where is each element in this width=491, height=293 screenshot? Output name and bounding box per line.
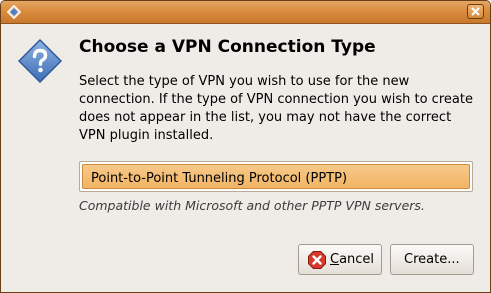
create-button-label: Create... [404,252,460,267]
vpn-type-label: Point-to-Point Tunneling Protocol (PPTP) [91,171,348,186]
question-icon [17,38,63,84]
cancel-icon [308,251,326,269]
dialog-heading: Choose a VPN Connection Type [79,37,376,57]
close-icon [471,7,480,16]
app-diamond-icon [6,4,22,20]
cancel-label-rest: ancel [339,252,375,267]
title-bar[interactable] [1,1,490,24]
vpn-type-description: Compatible with Microsoft and other PPTP… [79,198,425,213]
create-button[interactable]: Create... [390,244,474,275]
cancel-mnemonic: C [330,252,340,267]
cancel-button-label: Cancel [330,252,374,267]
vpn-type-dialog: Choose a VPN Connection Type Select the … [0,0,491,293]
cancel-button[interactable]: Cancel [298,244,382,275]
close-button[interactable] [467,4,484,19]
dialog-message: Select the type of VPN you wish to use f… [79,74,473,143]
vpn-type-select[interactable]: Point-to-Point Tunneling Protocol (PPTP) [79,161,473,192]
vpn-type-selected-item[interactable]: Point-to-Point Tunneling Protocol (PPTP) [82,164,470,189]
